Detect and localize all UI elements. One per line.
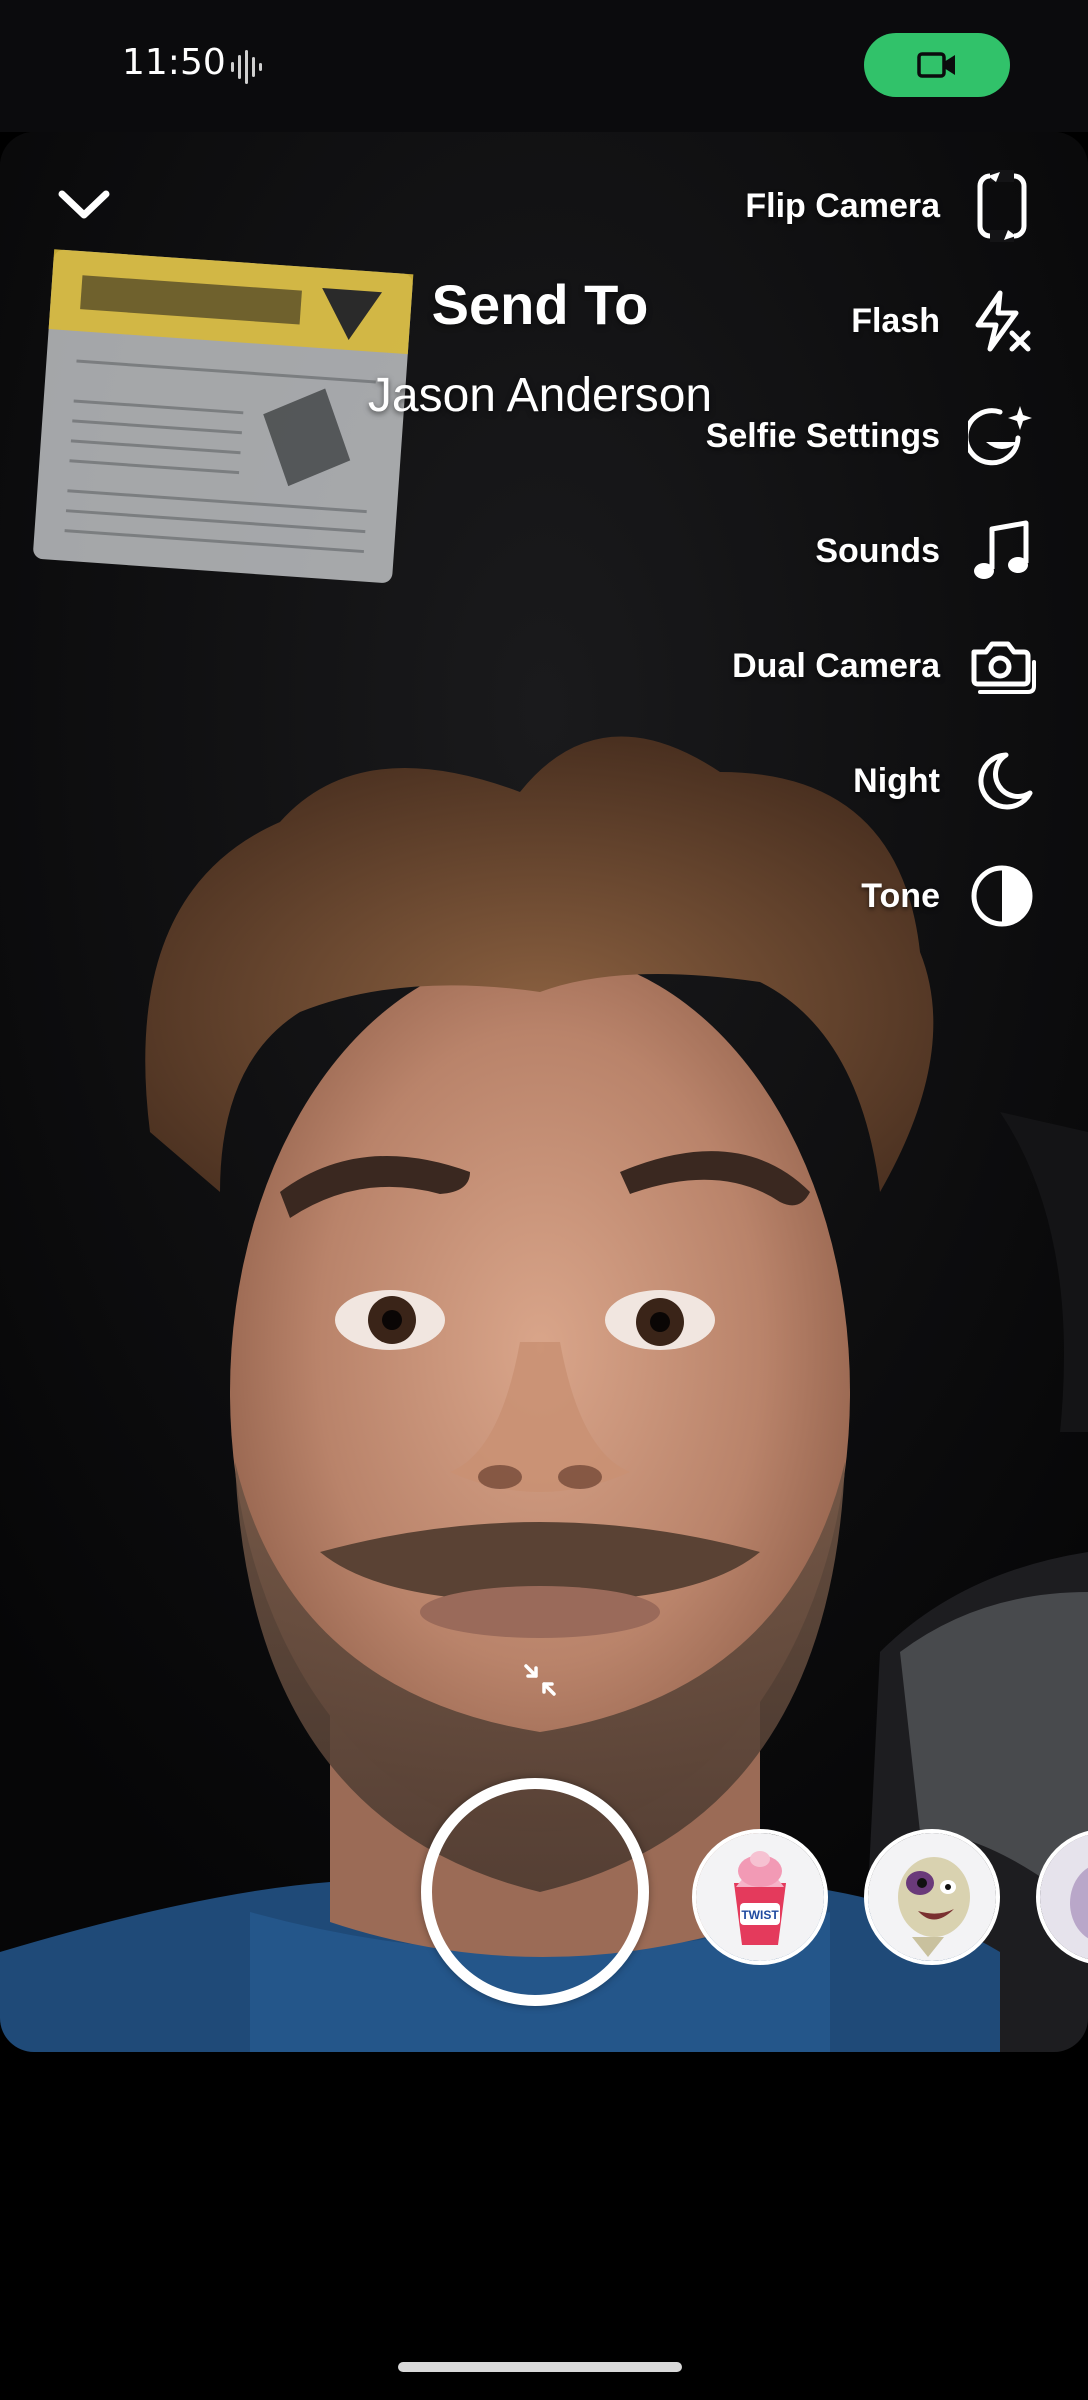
sloth-lens-image (868, 1833, 996, 1961)
toolbar-item-flip-camera[interactable]: Flip Camera (745, 166, 1038, 246)
toolbar-item-label: Selfie Settings (705, 416, 940, 455)
moon-icon (966, 745, 1038, 817)
toolbar-item-label: Flash (851, 301, 940, 340)
home-indicator[interactable] (398, 2362, 682, 2372)
ice-cream-lens-image: TWIST (696, 1833, 824, 1961)
toolbar-item-selfie-settings[interactable]: Selfie Settings (706, 396, 1038, 476)
toolbar-item-label: Flip Camera (745, 186, 940, 225)
flash-off-icon (966, 285, 1038, 357)
toolbar-item-label: Dual Camera (732, 646, 940, 685)
chevron-down-icon (58, 190, 110, 219)
dual-camera-icon (966, 630, 1038, 702)
toolbar-item-label: Night (853, 761, 940, 800)
capture-button[interactable] (421, 1778, 649, 2006)
music-note-icon (966, 515, 1038, 587)
ice-cream-lens[interactable]: TWIST (692, 1829, 828, 1965)
toolbar-item-dual-camera[interactable]: Dual Camera (732, 626, 1038, 706)
collapse-button[interactable] (52, 172, 116, 236)
toolbar-item-sounds[interactable]: Sounds (815, 511, 1038, 591)
toolbar-item-tone[interactable]: Tone (861, 856, 1038, 936)
screen-record-button[interactable] (864, 33, 1010, 97)
status-time: 11:50 (122, 42, 226, 83)
flip-camera-icon (966, 170, 1038, 242)
selfie-settings-icon (966, 400, 1038, 472)
audio-wave-icon (231, 50, 262, 84)
sloth-lens[interactable] (864, 1829, 1000, 1965)
ice-cream-lens-badge: TWIST (741, 1908, 779, 1922)
toolbar-item-night[interactable]: Night (853, 741, 1038, 821)
toolbar-item-label: Tone (861, 876, 940, 915)
toolbar-item-label: Sounds (815, 531, 940, 570)
camera-preview[interactable]: Send To Jason Anderson Flip Camera Flash (0, 132, 1088, 2052)
status-bar: 11:50 (0, 0, 1088, 132)
video-camera-icon (917, 52, 955, 78)
snap-camera-screen: 11:50 Send To Jason Anderson Flip Camera… (0, 0, 1088, 2400)
toolbar-item-flash[interactable]: Flash (851, 281, 1038, 361)
zoom-collapse-icon[interactable] (522, 1662, 558, 1698)
tone-icon (966, 860, 1038, 932)
